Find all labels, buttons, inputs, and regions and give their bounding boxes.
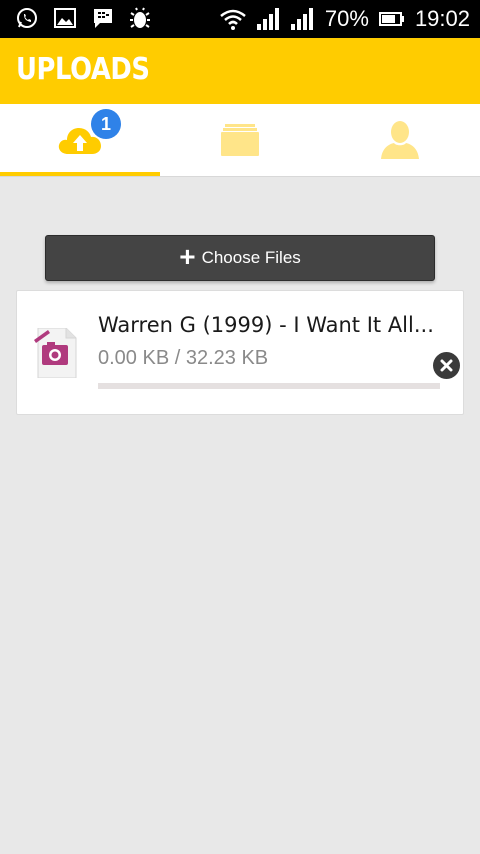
- tab-uploads[interactable]: 1: [0, 104, 160, 176]
- system-icons: 70% 19:02: [219, 4, 470, 34]
- upload-item-card: Warren G (1999) - I Want It All... 0.00 …: [16, 290, 464, 415]
- gallery-icon: [54, 8, 76, 28]
- cancel-upload-button[interactable]: [433, 352, 460, 379]
- plus-icon: +: [179, 240, 196, 272]
- upload-progress-bar: [98, 383, 440, 389]
- wifi-icon: [220, 9, 246, 30]
- status-bar: 70% 19:02: [0, 0, 480, 38]
- tab-bar: 1: [0, 104, 480, 177]
- app-bar: UPLOADS: [0, 38, 480, 104]
- person-icon: [381, 121, 419, 159]
- whatsapp-icon: [17, 8, 37, 28]
- choose-files-label: Choose Files: [201, 248, 301, 267]
- close-icon: [440, 359, 453, 372]
- choose-files-button[interactable]: + Choose Files: [45, 235, 435, 281]
- folder-icon: [221, 124, 259, 156]
- file-name: Warren G (1999) - I Want It All...: [98, 313, 434, 337]
- tab-account[interactable]: [320, 104, 480, 176]
- bbm-icon: [94, 9, 112, 28]
- battery-icon: [378, 12, 404, 26]
- signal-icon: [290, 8, 313, 30]
- tab-files[interactable]: [160, 104, 320, 176]
- image-file-icon: [34, 328, 77, 378]
- upload-count-badge: 1: [91, 109, 121, 139]
- file-size-progress-text: 0.00 KB / 32.23 KB: [98, 347, 269, 369]
- page-title: UPLOADS: [16, 52, 150, 87]
- notification-icons: [16, 7, 150, 29]
- debug-icon: [130, 7, 150, 28]
- battery-percent: 70%: [324, 6, 369, 31]
- signal-icon: [256, 8, 279, 30]
- clock: 19:02: [414, 6, 470, 31]
